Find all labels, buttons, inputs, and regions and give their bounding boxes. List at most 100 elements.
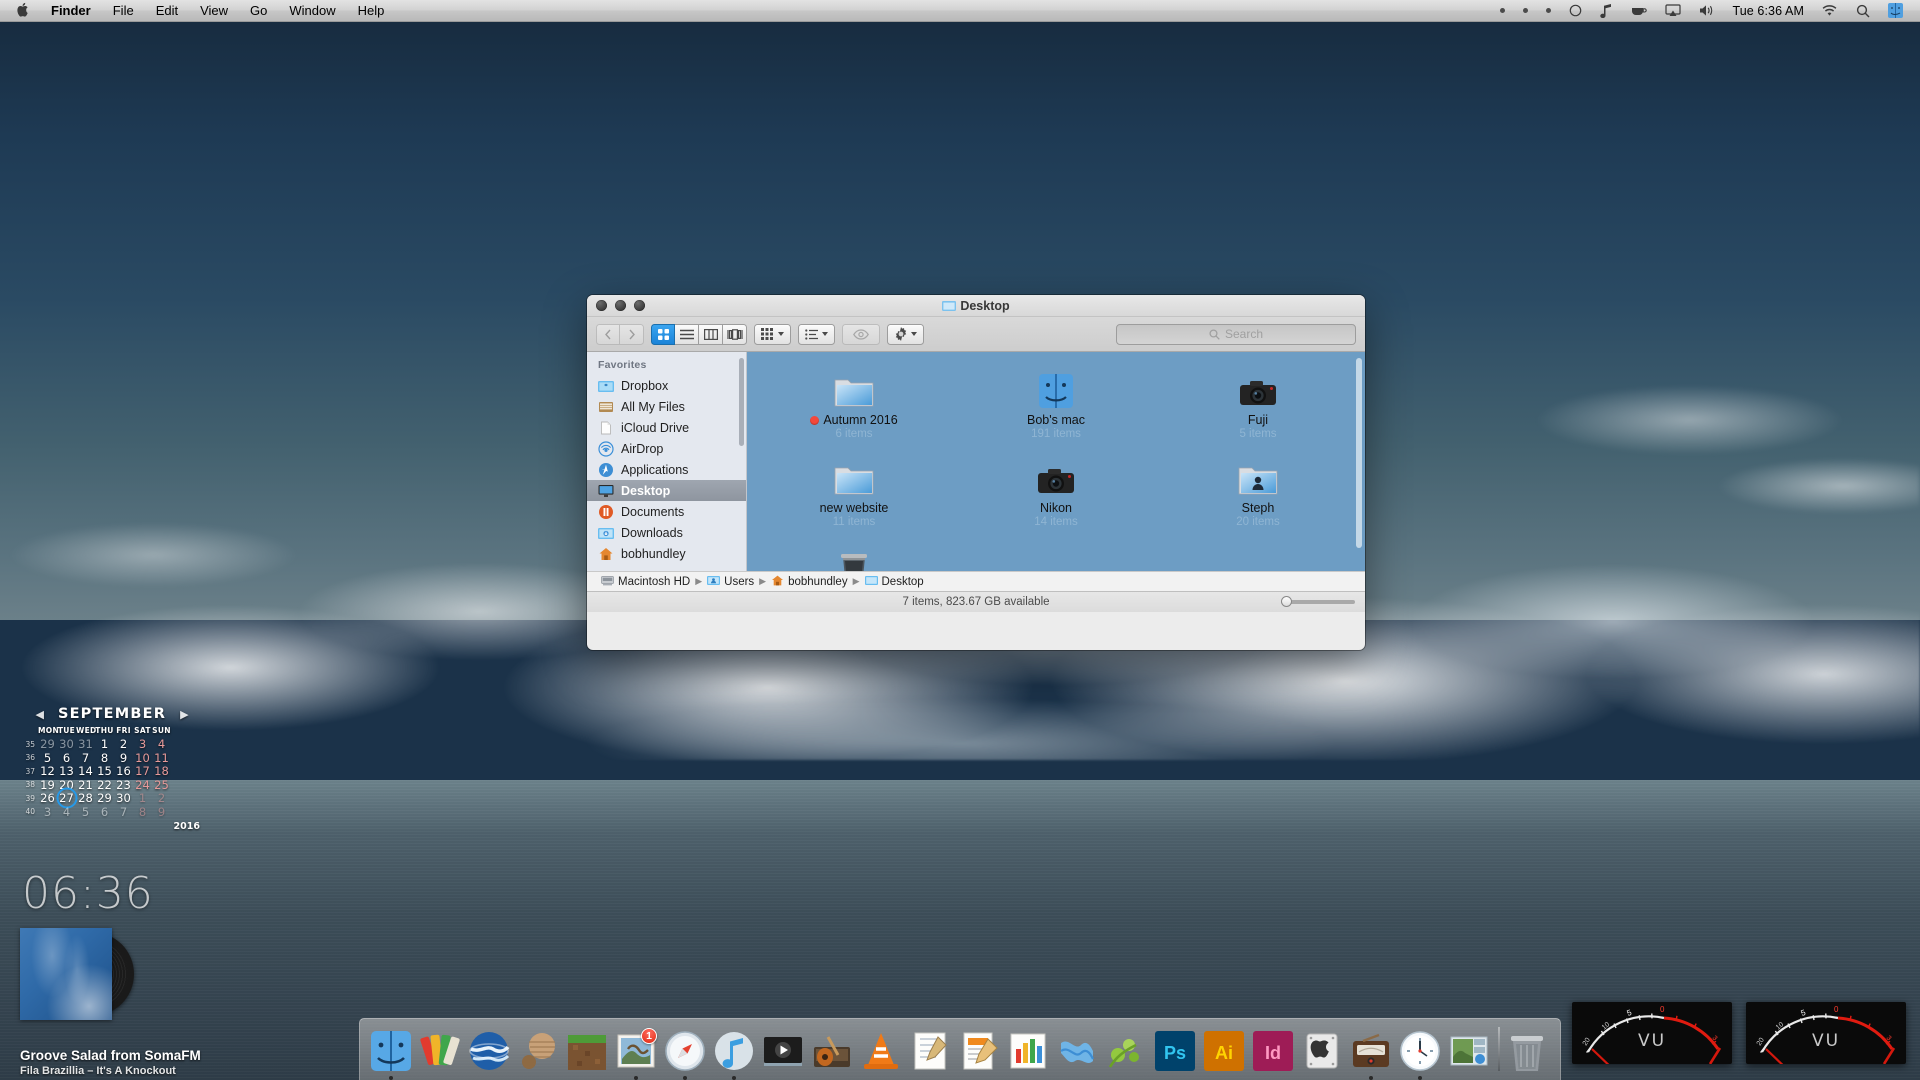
content-scrollbar[interactable] — [1356, 358, 1362, 548]
menu-edit[interactable]: Edit — [145, 2, 189, 20]
calendar-day[interactable]: 28 — [76, 791, 95, 805]
dock-item-pages[interactable] — [956, 1024, 1002, 1080]
file-item[interactable]: Nikon14 items — [955, 450, 1157, 538]
file-item[interactable]: Steph20 items — [1157, 450, 1359, 538]
calendar-day[interactable]: 29 — [38, 737, 57, 751]
dock-item-numbers[interactable] — [1005, 1024, 1051, 1080]
volume-icon[interactable] — [1690, 1, 1724, 21]
finder-title-bar[interactable]: Desktop — [587, 295, 1365, 317]
sidebar-item-icloud-drive[interactable]: iCloud Drive — [587, 417, 746, 438]
dock-item-clock[interactable] — [1397, 1024, 1443, 1080]
calendar-prev-button[interactable]: ◀ — [35, 708, 43, 721]
calendar-next-button[interactable]: ▶ — [180, 708, 188, 721]
dock-item-trash[interactable] — [1506, 1024, 1552, 1080]
calendar-day[interactable]: 1 — [133, 791, 152, 805]
icon-size-slider-knob[interactable] — [1281, 596, 1292, 607]
calendar-day[interactable]: 11 — [152, 751, 171, 765]
arrange-by-button[interactable] — [754, 324, 791, 345]
calendar-day[interactable]: 3 — [133, 737, 152, 751]
breadcrumb-item-desktop[interactable]: Desktop — [865, 575, 924, 589]
dock-item-color-swatches[interactable] — [417, 1024, 463, 1080]
calendar-day[interactable]: 29 — [95, 791, 114, 805]
dock-item-finder[interactable] — [368, 1024, 414, 1080]
breadcrumb-item-users[interactable]: Users — [707, 575, 754, 589]
calendar-day[interactable]: 30 — [114, 791, 133, 805]
calendar-day[interactable]: 23 — [114, 778, 133, 792]
calendar-day[interactable]: 18 — [152, 764, 171, 778]
caffeine-cup-icon[interactable] — [1622, 1, 1656, 21]
file-item[interactable]: Bob's mac191 items — [955, 362, 1157, 450]
dock-item-google-earth[interactable] — [466, 1024, 512, 1080]
calendar-day[interactable]: 6 — [95, 805, 114, 819]
menu-go[interactable]: Go — [239, 2, 278, 20]
sidebar-item-dropbox[interactable]: Dropbox — [587, 375, 746, 396]
menu-finder[interactable]: Finder — [40, 2, 102, 20]
dock-item-safari[interactable] — [662, 1024, 708, 1080]
apple-icon[interactable] — [8, 2, 40, 19]
finder-face-icon[interactable] — [1879, 1, 1912, 21]
menu-view[interactable]: View — [189, 2, 239, 20]
finder-file-area[interactable]: Autumn 20166 itemsBob's mac191 itemsFuji… — [747, 352, 1365, 571]
finder-window[interactable]: Desktop — [587, 295, 1365, 650]
calendar-day[interactable]: 5 — [76, 805, 95, 819]
dock-item-sketch-plant[interactable] — [1103, 1024, 1149, 1080]
calendar-day[interactable]: 8 — [133, 805, 152, 819]
calendar-day[interactable]: 5 — [38, 751, 57, 765]
calendar-day[interactable]: 25 — [152, 778, 171, 792]
dock-item-keynote[interactable] — [1054, 1024, 1100, 1080]
calendar-day[interactable]: 24 — [133, 778, 152, 792]
wifi-icon[interactable] — [1812, 1, 1847, 21]
calendar-day[interactable]: 21 — [76, 778, 95, 792]
calendar-day[interactable]: 8 — [95, 751, 114, 765]
calendar-day[interactable]: 9 — [152, 805, 171, 819]
dock-item-minecraft[interactable] — [564, 1024, 610, 1080]
sidebar-item-all-my-files[interactable]: All My Files — [587, 396, 746, 417]
file-item[interactable]: Fuji5 items — [1157, 362, 1359, 450]
dock-item-itunes[interactable] — [711, 1024, 757, 1080]
calendar-day-today[interactable]: 27 — [57, 791, 76, 805]
calendar-day[interactable]: 16 — [114, 764, 133, 778]
dock-item-stellarium[interactable] — [515, 1024, 561, 1080]
breadcrumb-item-bobhundley[interactable]: bobhundley — [771, 575, 847, 589]
list-view-button[interactable] — [675, 324, 699, 345]
menu-window[interactable]: Window — [278, 2, 346, 20]
dock-item-indesign[interactable]: Id — [1250, 1024, 1296, 1080]
calendar-day[interactable]: 7 — [76, 751, 95, 765]
sidebar-item-airdrop[interactable]: AirDrop — [587, 438, 746, 459]
circle-icon[interactable] — [1560, 1, 1591, 21]
status-dot-3[interactable] — [1537, 1, 1560, 21]
calendar-day[interactable]: 14 — [76, 764, 95, 778]
breadcrumb-item-macintosh-hd[interactable]: Macintosh HD — [601, 575, 690, 589]
icon-view-button[interactable] — [651, 324, 675, 345]
dock-item-photos[interactable]: 1 — [613, 1024, 659, 1080]
calendar-day[interactable]: 7 — [114, 805, 133, 819]
calendar-day[interactable]: 19 — [38, 778, 57, 792]
calendar-day[interactable]: 13 — [57, 764, 76, 778]
share-button[interactable] — [842, 324, 880, 345]
calendar-day[interactable]: 2 — [152, 791, 171, 805]
icon-size-slider[interactable] — [1281, 600, 1355, 604]
dock-item-textedit[interactable] — [907, 1024, 953, 1080]
dock-item-illustrator[interactable]: Ai — [1201, 1024, 1247, 1080]
calendar-day[interactable]: 22 — [95, 778, 114, 792]
group-by-button[interactable] — [798, 324, 835, 345]
dock-item-garageband[interactable] — [809, 1024, 855, 1080]
menu-file[interactable]: File — [102, 2, 145, 20]
sidebar-item-desktop[interactable]: Desktop — [587, 480, 746, 501]
action-gear-button[interactable] — [887, 324, 924, 345]
dock-item-vlc[interactable] — [858, 1024, 904, 1080]
search-icon[interactable] — [1847, 1, 1879, 21]
file-item[interactable]: new website11 items — [753, 450, 955, 538]
calendar-day[interactable]: 4 — [57, 805, 76, 819]
file-item[interactable]: Trash63 items — [753, 538, 955, 571]
back-button[interactable] — [596, 324, 620, 345]
calendar-day[interactable]: 2 — [114, 737, 133, 751]
coverflow-view-button[interactable] — [723, 324, 747, 345]
music-note-icon[interactable] — [1591, 1, 1622, 21]
calendar-day[interactable]: 6 — [57, 751, 76, 765]
sidebar-item-bobhundley[interactable]: bobhundley — [587, 543, 746, 564]
search-input[interactable]: Search — [1116, 324, 1356, 345]
calendar-day[interactable]: 10 — [133, 751, 152, 765]
status-dot-2[interactable] — [1514, 1, 1537, 21]
calendar-day[interactable]: 4 — [152, 737, 171, 751]
